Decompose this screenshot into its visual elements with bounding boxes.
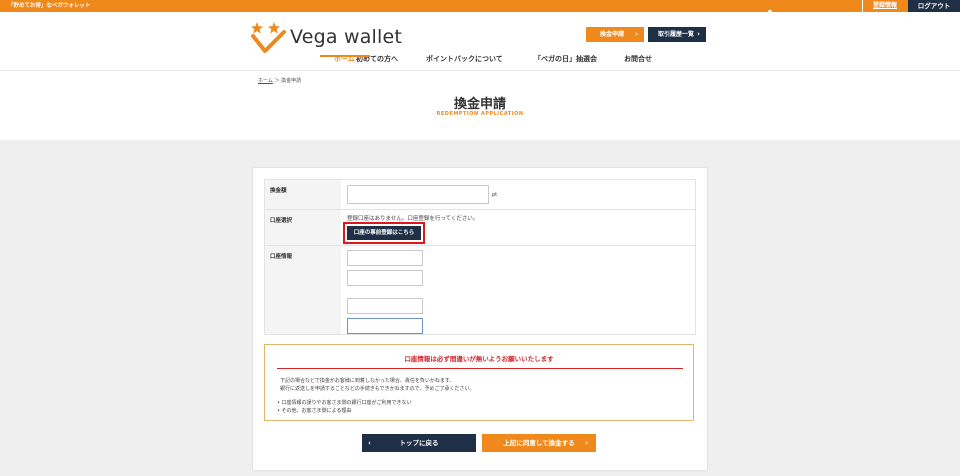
account-info-field-2[interactable]	[347, 270, 423, 286]
redemption-form-card: 換金額 pt 口座選択 登録口座はありません。口座登録を行ってください。 口座の…	[253, 168, 707, 470]
account-info-field-1[interactable]	[347, 250, 423, 266]
notice-bullet: • その他、お客さま側による理由	[277, 408, 352, 414]
form-row-account-info: 口座情報	[265, 246, 695, 334]
nav-item-contact[interactable]: お問合せ	[624, 53, 652, 65]
breadcrumb-current: 換金申請	[281, 78, 302, 84]
no-account-message: 登録口座はありません。口座登録を行ってください。	[347, 216, 479, 222]
logo-text: Vega wallet	[290, 26, 403, 48]
notice-title: 口座情報は必ず間違いが無いようお願いいたします	[404, 355, 554, 363]
nav-item-vega-day-lottery[interactable]: 「ベガの日」抽選会	[534, 53, 597, 65]
breadcrumb-separator: ＞	[274, 78, 280, 84]
chevron-right-icon: ›	[585, 439, 588, 447]
user-icon	[766, 2, 774, 17]
notice-bullet-text: その他、お客さま側による理由	[281, 408, 352, 414]
page-subtitle: REDEMPTION APPLICATION	[436, 111, 524, 117]
chevron-right-icon: ›	[635, 30, 638, 38]
redemption-apply-label: 換金申請	[600, 31, 625, 38]
logo-stars-icon	[251, 22, 286, 53]
vega-wallet-logo[interactable]: Vega wallet	[250, 20, 403, 56]
agree-and-redeem-button[interactable]: 上記に同意して換金する ›	[482, 434, 596, 452]
notice-divider	[277, 368, 683, 369]
nav-active-indicator	[320, 55, 370, 57]
account-select-label: 口座選択	[265, 210, 341, 245]
register-account-button[interactable]: 口座の事前登録はこちら	[347, 226, 421, 240]
amount-label: 換金額	[265, 180, 341, 209]
chevron-left-icon: ‹	[368, 439, 371, 447]
caution-notice: 口座情報は必ず間違いが無いようお願いいたします 下記の場合などで換金がお客様に到…	[264, 344, 694, 421]
breadcrumb: ホーム ＞ 換金申請	[258, 77, 301, 84]
notice-line-2: 銀行に返送しを申請することなどの手続きもできかねますので、予めご了承ください。	[280, 386, 475, 392]
account-info-field-3[interactable]	[347, 298, 423, 314]
back-to-top-button[interactable]: ‹ トップに戻る	[362, 434, 476, 452]
amount-input[interactable]	[347, 185, 489, 204]
account-info-label: 口座情報	[265, 246, 341, 334]
nav-item-pointback[interactable]: ポイントバックについて	[426, 53, 503, 65]
redemption-apply-button[interactable]: 換金申請 ›	[586, 27, 644, 42]
top-bar: 「貯めてお得」なベガウォレット 登録情報 ログアウト	[0, 0, 960, 17]
notice-bullet-text: 口座情報の誤りやお客さま側の銀行口座がご利用できない	[281, 400, 412, 406]
amount-unit: pt	[492, 192, 498, 198]
title-area: ホーム ＞ 換金申請 換金申請 REDEMPTION APPLICATION	[0, 70, 960, 140]
registration-info-link[interactable]: 登録情報	[862, 0, 907, 12]
transaction-history-button[interactable]: 取引履歴一覧 ›	[648, 27, 706, 42]
breadcrumb-home-link[interactable]: ホーム	[258, 78, 273, 84]
chevron-right-icon: ›	[697, 30, 700, 38]
notice-line-1: 下記の場合などで換金がお客様に到着しなかった場合、責任を負いかねます。	[280, 378, 455, 384]
form-row-account: 口座選択 登録口座はありません。口座登録を行ってください。 口座の事前登録はこち…	[265, 210, 695, 246]
page-title: 換金申請	[453, 97, 506, 112]
notice-bullet: • 口座情報の誤りやお客さま側の銀行口座がご利用できない	[277, 400, 412, 406]
back-to-top-label: トップに戻る	[399, 439, 439, 447]
tagline: 「貯めてお得」なベガウォレット	[8, 3, 91, 9]
form-row-amount: 換金額 pt	[265, 180, 695, 210]
redemption-form-table: 換金額 pt 口座選択 登録口座はありません。口座登録を行ってください。 口座の…	[264, 179, 696, 335]
agree-and-redeem-label: 上記に同意して換金する	[503, 439, 575, 447]
transaction-history-label: 取引履歴一覧	[658, 31, 695, 38]
logout-button[interactable]: ログアウト	[908, 0, 960, 12]
account-info-field-4[interactable]	[347, 318, 423, 334]
